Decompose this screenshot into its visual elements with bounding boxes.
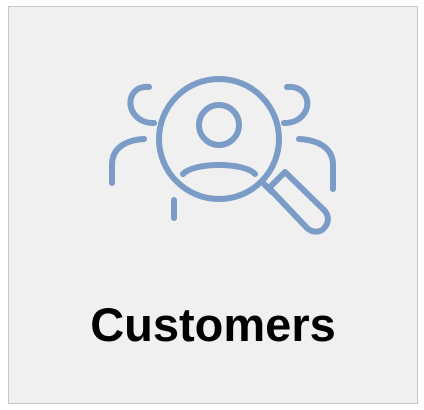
customers-tile[interactable]: Customers	[8, 6, 418, 404]
customer-search-icon	[99, 65, 339, 255]
tile-label: Customers	[90, 298, 336, 351]
